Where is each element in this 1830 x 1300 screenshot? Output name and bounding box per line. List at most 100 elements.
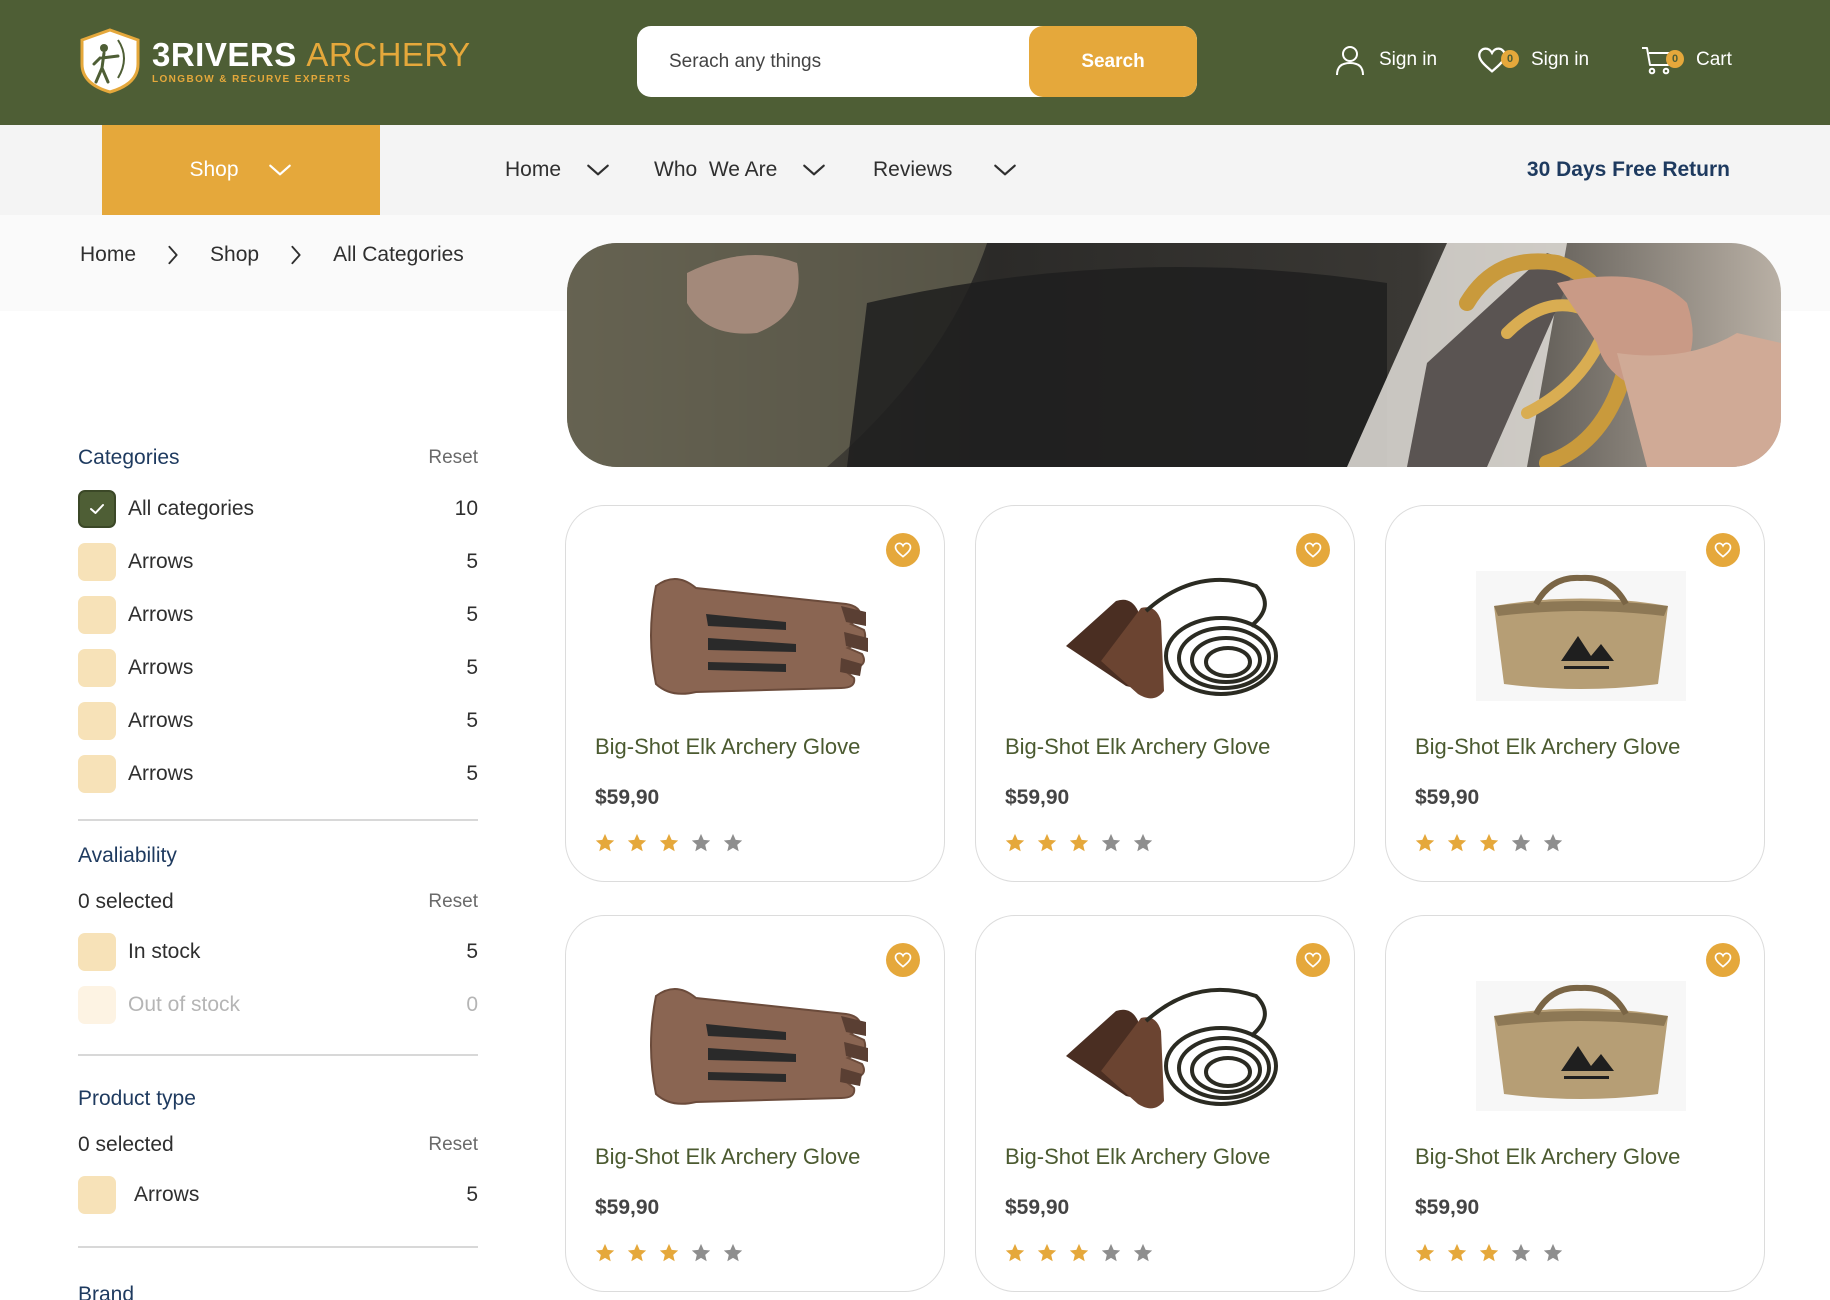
heart-icon [893, 950, 913, 970]
category-count: 10 [454, 497, 478, 520]
product-card[interactable]: Big-Shot Elk Archery Glove $59,90 [975, 505, 1355, 882]
category-count: 5 [466, 656, 478, 679]
star-empty-icon [722, 832, 744, 854]
availability-option[interactable]: In stock 5 [78, 933, 478, 971]
breadcrumb-all-categories[interactable]: All Categories [333, 243, 464, 267]
wishlist-heart-button[interactable] [1296, 943, 1330, 977]
chevron-down-icon [585, 157, 611, 183]
account-sign-in-link[interactable]: Sign in [1333, 42, 1437, 78]
product-rating [1414, 1242, 1574, 1264]
nav-item-who-we-are[interactable]: Who We Are [654, 125, 827, 215]
wishlist-heart-button[interactable] [1296, 533, 1330, 567]
availability-count: 0 [466, 993, 478, 1016]
category-option[interactable]: Arrows 5 [78, 596, 478, 634]
star-empty-icon [722, 1242, 744, 1264]
category-label: Arrows [128, 550, 194, 573]
wishlist-label: Sign in [1531, 49, 1590, 70]
category-label: Arrows [128, 603, 194, 626]
product-card[interactable]: Big-Shot Elk Archery Glove $59,90 [975, 915, 1355, 1292]
user-icon [1333, 43, 1367, 77]
breadcrumb-shop[interactable]: Shop [210, 243, 259, 267]
category-label: Arrows [128, 709, 194, 732]
product-name[interactable]: Big-Shot Elk Archery Glove [595, 734, 860, 760]
checkbox-checked[interactable] [78, 490, 116, 528]
wishlist-heart-button[interactable] [1706, 533, 1740, 567]
category-option[interactable]: Arrows 5 [78, 755, 478, 793]
checkbox[interactable] [78, 649, 116, 687]
categories-reset-button[interactable]: Reset [428, 447, 478, 469]
search-input[interactable] [637, 26, 1057, 97]
product-rating [1414, 832, 1574, 854]
category-option[interactable]: Arrows 5 [78, 649, 478, 687]
wishlist-link[interactable]: 0 Sign in [1475, 42, 1589, 78]
product-image[interactable] [636, 566, 886, 706]
product-rating [1004, 1242, 1164, 1264]
availability-filter-header: Avaliability [78, 839, 478, 873]
check-icon [90, 504, 104, 514]
wishlist-heart-button[interactable] [1706, 943, 1740, 977]
checkbox[interactable] [78, 702, 116, 740]
product-name[interactable]: Big-Shot Elk Archery Glove [1415, 1144, 1680, 1170]
availability-reset-button[interactable]: Reset [428, 891, 478, 913]
brand-logo[interactable]: 3RIVERS ARCHERY LONGBOW & RECURVE EXPERT… [78, 28, 471, 94]
product-type-selected-row: 0 selected Reset [78, 1128, 478, 1162]
nav-item-reviews[interactable]: Reviews [873, 125, 1018, 215]
product-type-option[interactable]: Arrows 5 [78, 1176, 478, 1214]
search-button[interactable]: Search [1029, 26, 1197, 97]
nav-item-reviews-label: Reviews [873, 158, 953, 181]
checkbox[interactable] [78, 1176, 116, 1214]
shop-menu-button[interactable]: Shop [102, 125, 380, 215]
wishlist-heart-button[interactable] [886, 533, 920, 567]
product-image[interactable] [1456, 566, 1706, 706]
star-empty-icon [1542, 832, 1564, 854]
star-filled-icon [658, 832, 680, 854]
heart-icon [1713, 540, 1733, 560]
breadcrumb-home[interactable]: Home [80, 243, 136, 267]
category-option[interactable]: Arrows 5 [78, 702, 478, 740]
product-card[interactable]: Big-Shot Elk Archery Glove $59,90 [565, 915, 945, 1292]
product-name[interactable]: Big-Shot Elk Archery Glove [1415, 734, 1680, 760]
chevron-down-icon [267, 157, 293, 183]
product-image[interactable] [1456, 976, 1706, 1116]
product-name[interactable]: Big-Shot Elk Archery Glove [1005, 1144, 1270, 1170]
brand-name: 3RIVERS ARCHERY [152, 35, 471, 73]
checkbox[interactable] [78, 755, 116, 793]
free-return-promo[interactable]: 30 Days Free Return [1527, 125, 1730, 215]
product-name[interactable]: Big-Shot Elk Archery Glove [1005, 734, 1270, 760]
breadcrumb: Home Shop All Categories [80, 243, 464, 267]
nav-item-who-we-are-label: Who We Are [654, 158, 778, 181]
star-filled-icon [1446, 832, 1468, 854]
product-image[interactable] [636, 976, 886, 1116]
star-filled-icon [1004, 1242, 1026, 1264]
star-empty-icon [1542, 1242, 1564, 1264]
category-option[interactable]: Arrows 5 [78, 543, 478, 581]
nav-item-home[interactable]: Home [505, 125, 611, 215]
product-image[interactable] [1046, 976, 1296, 1116]
category-option[interactable]: All categories 10 [78, 490, 478, 528]
category-label: All categories [128, 497, 255, 520]
archer-shield-logo-icon [80, 28, 140, 94]
brand-filter-header: Brand [78, 1278, 478, 1300]
checkbox[interactable] [78, 933, 116, 971]
hero-banner-image [567, 243, 1781, 467]
heart-icon [1303, 950, 1323, 970]
account-label: Sign in [1379, 49, 1438, 70]
star-filled-icon [1414, 832, 1436, 854]
cart-count-badge: 0 [1666, 50, 1684, 68]
star-empty-icon [1510, 1242, 1532, 1264]
product-card[interactable]: Big-Shot Elk Archery Glove $59,90 [1385, 505, 1765, 882]
wishlist-heart-button[interactable] [886, 943, 920, 977]
availability-selected-count: 0 selected [78, 890, 174, 913]
category-count: 5 [466, 603, 478, 626]
product-card[interactable]: Big-Shot Elk Archery Glove $59,90 [565, 505, 945, 882]
checkbox[interactable] [78, 596, 116, 634]
product-price: $59,90 [1005, 786, 1070, 809]
product-type-reset-button[interactable]: Reset [428, 1134, 478, 1156]
product-name[interactable]: Big-Shot Elk Archery Glove [595, 1144, 860, 1170]
star-filled-icon [626, 1242, 648, 1264]
chevron-down-icon [992, 157, 1018, 183]
checkbox[interactable] [78, 543, 116, 581]
product-card[interactable]: Big-Shot Elk Archery Glove $59,90 [1385, 915, 1765, 1292]
cart-link[interactable]: 0 Cart [1640, 42, 1732, 78]
product-image[interactable] [1046, 566, 1296, 706]
